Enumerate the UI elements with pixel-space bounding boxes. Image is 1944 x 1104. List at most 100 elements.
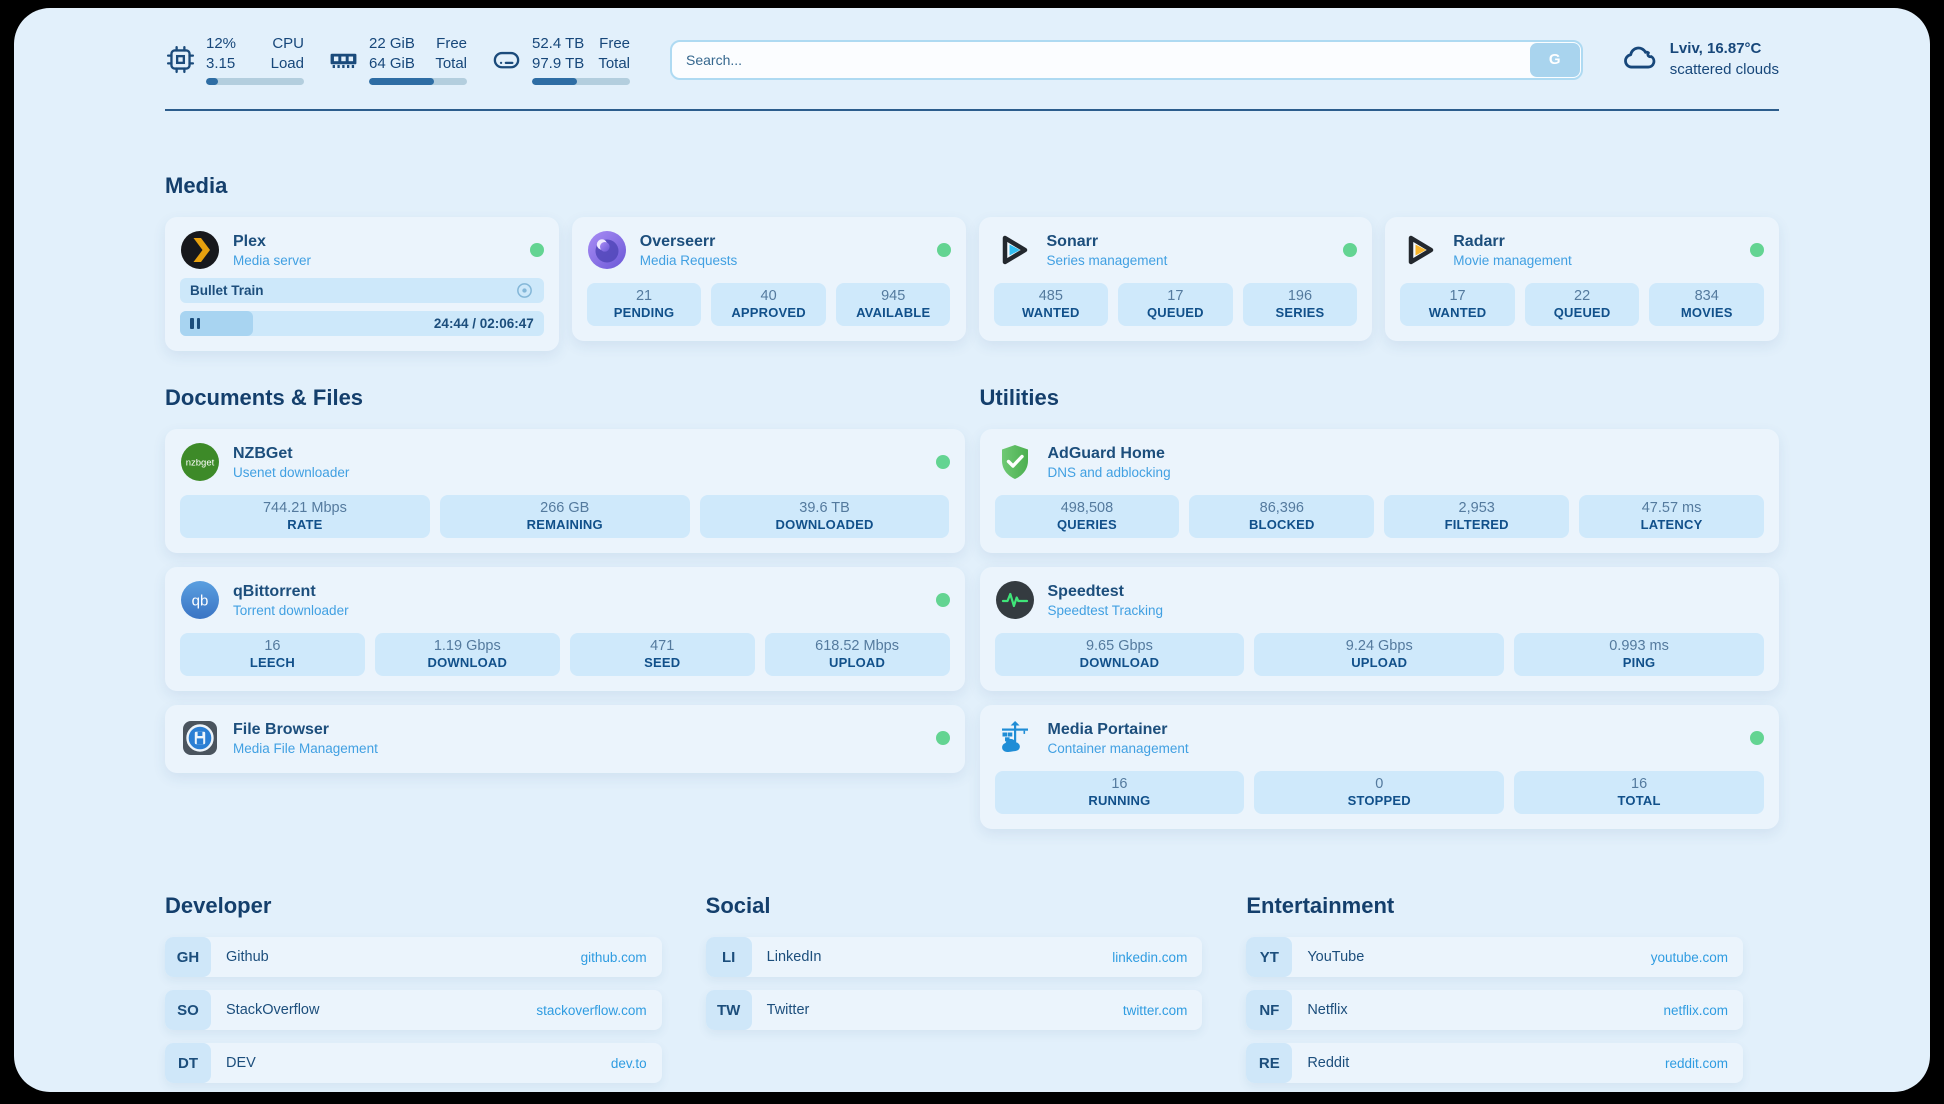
stat-tile: 16 LEECH — [180, 633, 365, 676]
ram-total: 64 GiB — [369, 54, 415, 74]
cpu-label-2: Load — [271, 54, 304, 74]
stat-tile: 40 APPROVED — [711, 283, 826, 326]
stat-tile: 834 MOVIES — [1649, 283, 1764, 326]
ram-progress — [369, 78, 467, 85]
stat-tile: 16 RUNNING — [995, 771, 1245, 814]
service-subtitle: Series management — [1047, 253, 1168, 268]
header-divider — [165, 109, 1779, 111]
search-engine-button[interactable]: G — [1530, 43, 1580, 77]
status-dot — [936, 455, 950, 469]
weather-widget: Lviv, 16.87°C scattered clouds — [1621, 39, 1779, 81]
service-card-nzbget[interactable]: nzbget NZBGet Usenet downloader 744.21 M… — [165, 429, 965, 553]
service-title: NZBGet — [233, 445, 349, 463]
bookmark-netflix[interactable]: NF Netflix netflix.com — [1246, 990, 1743, 1030]
service-card-speedtest[interactable]: Speedtest Speedtest Tracking 9.65 Gbps D… — [980, 567, 1780, 691]
bookmark-badge: SO — [165, 990, 211, 1030]
status-dot — [1750, 731, 1764, 745]
top-bar: 12% 3.15 CPU Load — [165, 34, 1779, 85]
service-subtitle: DNS and adblocking — [1048, 465, 1171, 480]
service-title: Plex — [233, 233, 311, 251]
stat-tile: 17 QUEUED — [1118, 283, 1233, 326]
bookmark-badge: RE — [1246, 1043, 1292, 1083]
bookmark-badge: DT — [165, 1043, 211, 1083]
portainer-icon — [995, 718, 1035, 758]
status-dot — [936, 593, 950, 607]
bookmark-twitter[interactable]: TW Twitter twitter.com — [706, 990, 1203, 1030]
service-card-radarr[interactable]: Radarr Movie management 17 WANTED 22 QUE… — [1385, 217, 1779, 341]
stat-tile: 945 AVAILABLE — [836, 283, 951, 326]
disk-label-2: Total — [598, 54, 630, 74]
playback-progress-row[interactable]: 24:44 / 02:06:47 — [180, 311, 544, 336]
bookmark-badge: LI — [706, 937, 752, 977]
disk-label-1: Free — [598, 34, 630, 54]
stat-tile: 0.993 ms PING — [1514, 633, 1764, 676]
service-card-qbittorrent[interactable]: qb qBittorrent Torrent downloader 16 LEE… — [165, 567, 965, 691]
section-title-entertainment: Entertainment — [1246, 893, 1743, 919]
service-subtitle: Usenet downloader — [233, 465, 349, 480]
status-dot — [1750, 243, 1764, 257]
playback-time: 24:44 / 02:06:47 — [434, 316, 534, 331]
service-subtitle: Speedtest Tracking — [1048, 603, 1164, 618]
stat-tile: 9.24 Gbps UPLOAD — [1254, 633, 1504, 676]
bookmark-youtube[interactable]: YT YouTube youtube.com — [1246, 937, 1743, 977]
bookmark-stackoverflow[interactable]: SO StackOverflow stackoverflow.com — [165, 990, 662, 1030]
service-title: Overseerr — [640, 233, 738, 251]
service-card-filebrowser[interactable]: File Browser Media File Management — [165, 705, 965, 773]
service-subtitle: Container management — [1048, 741, 1189, 756]
stat-tile: 0 STOPPED — [1254, 771, 1504, 814]
service-subtitle: Torrent downloader — [233, 603, 349, 618]
stat-tile: 22 QUEUED — [1525, 283, 1640, 326]
pause-icon[interactable] — [190, 318, 200, 329]
cpu-icon — [165, 44, 196, 75]
service-title: Radarr — [1453, 233, 1572, 251]
bookmark-badge: TW — [706, 990, 752, 1030]
stat-tile: 471 SEED — [570, 633, 755, 676]
service-title: Sonarr — [1047, 233, 1168, 251]
overseerr-icon — [587, 230, 627, 270]
filebrowser-icon — [180, 718, 220, 758]
bookmark-reddit[interactable]: RE Reddit reddit.com — [1246, 1043, 1743, 1083]
bookmark-github[interactable]: GH Github github.com — [165, 937, 662, 977]
service-title: Media Portainer — [1048, 721, 1189, 739]
service-subtitle: Movie management — [1453, 253, 1572, 268]
bookmark-badge: NF — [1246, 990, 1292, 1030]
stat-tile: 86,396 BLOCKED — [1189, 495, 1374, 538]
nzbget-icon: nzbget — [180, 442, 220, 482]
qbittorrent-icon: qb — [180, 580, 220, 620]
cpu-label-1: CPU — [271, 34, 304, 54]
service-card-adguard[interactable]: AdGuard Home DNS and adblocking 498,508 … — [980, 429, 1780, 553]
service-card-sonarr[interactable]: Sonarr Series management 485 WANTED 17 Q… — [979, 217, 1373, 341]
service-subtitle: Media server — [233, 253, 311, 268]
stat-tile: 618.52 Mbps UPLOAD — [765, 633, 950, 676]
plex-icon — [180, 230, 220, 270]
bookmark-badge: GH — [165, 937, 211, 977]
weather-condition: scattered clouds — [1670, 60, 1779, 80]
adguard-icon — [995, 442, 1035, 482]
stat-tile: 39.6 TB DOWNLOADED — [700, 495, 950, 538]
cloud-icon — [1621, 39, 1658, 81]
stat-tile: 21 PENDING — [587, 283, 702, 326]
disk-icon — [491, 44, 522, 75]
weather-location-temp: Lviv, 16.87°C — [1670, 39, 1779, 59]
ram-icon — [328, 44, 359, 75]
cpu-stat: 12% 3.15 CPU Load — [165, 34, 304, 85]
bookmark-linkedin[interactable]: LI LinkedIn linkedin.com — [706, 937, 1203, 977]
stat-tile: 1.19 Gbps DOWNLOAD — [375, 633, 560, 676]
stat-tile: 47.57 ms LATENCY — [1579, 495, 1764, 538]
section-title-utilities: Utilities — [980, 385, 1780, 411]
disk-total: 97.9 TB — [532, 54, 584, 74]
service-card-plex[interactable]: Plex Media server Bullet Train — [165, 217, 559, 351]
stat-tile: 266 GB REMAINING — [440, 495, 690, 538]
section-title-documents: Documents & Files — [165, 385, 965, 411]
service-card-overseerr[interactable]: Overseerr Media Requests 21 PENDING 40 A… — [572, 217, 966, 341]
stat-tile: 17 WANTED — [1400, 283, 1515, 326]
disc-icon[interactable] — [515, 281, 534, 300]
search-bar: G — [670, 40, 1583, 80]
bookmark-dev[interactable]: DT DEV dev.to — [165, 1043, 662, 1083]
service-title: File Browser — [233, 721, 378, 739]
ram-free: 22 GiB — [369, 34, 415, 54]
status-dot — [937, 243, 951, 257]
service-card-portainer[interactable]: Media Portainer Container management 16 … — [980, 705, 1780, 829]
search-input[interactable] — [670, 40, 1583, 80]
disk-progress — [532, 78, 630, 85]
